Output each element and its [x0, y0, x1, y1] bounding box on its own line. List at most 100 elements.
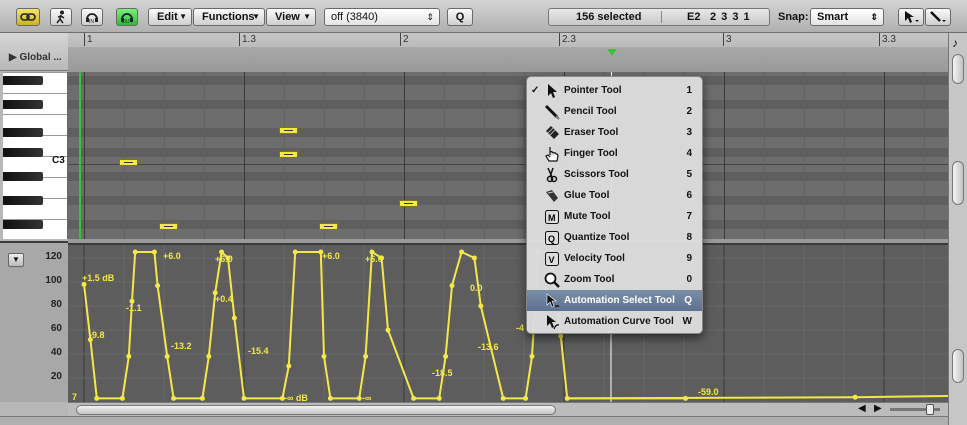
automation-lane[interactable]: +1.5 dB -9.8 -1.1 +6.0 -13.2 +6.0 +0.4 -15.4 -∞ …: [68, 243, 948, 404]
automation-node[interactable]: [385, 327, 391, 333]
midi-note[interactable]: [399, 200, 418, 207]
automation-node[interactable]: [471, 255, 477, 261]
menu-item-quantize-tool[interactable]: Q Quantize Tool 8: [527, 227, 702, 248]
black-key[interactable]: [3, 148, 43, 157]
automation-node[interactable]: [459, 249, 465, 255]
automation-node[interactable]: [292, 249, 298, 255]
black-key[interactable]: [3, 172, 43, 181]
catch-button[interactable]: [50, 8, 72, 26]
glue-icon: [546, 190, 558, 202]
scroll-left-arrow-icon[interactable]: ◀: [858, 403, 866, 414]
midi-note[interactable]: [119, 159, 138, 166]
vertical-scroll-thumb-top[interactable]: [952, 54, 964, 84]
global-tracks-toggle[interactable]: ▶ Global ...: [0, 33, 68, 71]
automation-node[interactable]: [155, 283, 161, 289]
edit-menu[interactable]: Edit ▼: [148, 8, 192, 26]
vertical-zoom-thumb[interactable]: [952, 349, 964, 383]
midi-out-button[interactable]: OUT: [116, 8, 138, 26]
link-button[interactable]: [16, 8, 40, 26]
menu-item-zoom-tool[interactable]: Zoom Tool 0: [527, 269, 702, 290]
automation-node[interactable]: [132, 249, 138, 255]
menu-item-automation-curve-tool[interactable]: Automation Curve Tool W: [527, 311, 702, 332]
menu-item-scissors-tool[interactable]: Scissors Tool 5: [527, 164, 702, 185]
menu-item-label: Scissors Tool: [564, 169, 629, 180]
black-key[interactable]: [3, 220, 43, 229]
selection-count: 156 selected: [576, 11, 642, 23]
menu-item-automation-select-tool[interactable]: Automation Select Tool Q: [527, 290, 702, 311]
functions-menu[interactable]: Functions ▼: [193, 8, 265, 26]
midi-note[interactable]: [159, 223, 178, 230]
cmd-click-tool-button[interactable]: [925, 8, 951, 26]
automation-scale-tick: 60: [50, 323, 62, 334]
automation-curve: [68, 245, 948, 404]
menu-item-shortcut: W: [682, 316, 692, 327]
horizontal-scroll-thumb[interactable]: [76, 405, 556, 415]
black-key[interactable]: [3, 76, 43, 85]
automation-node[interactable]: [436, 395, 442, 401]
automation-node[interactable]: [529, 353, 535, 359]
automation-node[interactable]: [206, 353, 212, 359]
white-key[interactable]: [3, 93, 67, 94]
menu-item-eraser-tool[interactable]: Eraser Tool 3: [527, 122, 702, 143]
automation-node[interactable]: [164, 353, 170, 359]
menu-item-mute-tool[interactable]: M Mute Tool 7: [527, 206, 702, 227]
automation-node[interactable]: [449, 283, 455, 289]
playhead-marker[interactable]: [607, 49, 617, 56]
snap-select[interactable]: Smart ⇕: [810, 8, 884, 26]
automation-line-tail[interactable]: [567, 395, 948, 400]
bar-ruler[interactable]: 1 1.3 2 2.3 3 3.3: [68, 33, 948, 71]
zoom-slider-thumb[interactable]: [926, 404, 934, 415]
black-key[interactable]: [3, 196, 43, 205]
menu-item-pencil-tool[interactable]: Pencil Tool 2: [527, 101, 702, 122]
automation-node[interactable]: [523, 395, 529, 401]
automation-node[interactable]: [478, 303, 484, 309]
automation-node[interactable]: [171, 395, 177, 401]
automation-node[interactable]: [363, 353, 369, 359]
midi-note[interactable]: [279, 151, 298, 158]
quantize-select[interactable]: off (3840) ⇕: [324, 8, 440, 26]
menu-item-pointer-tool[interactable]: ✓ Pointer Tool 1: [527, 80, 702, 101]
automation-node[interactable]: [852, 394, 858, 400]
automation-node[interactable]: [286, 363, 292, 369]
automation-node[interactable]: [241, 395, 247, 401]
automation-node[interactable]: [321, 353, 327, 359]
black-key[interactable]: [3, 128, 43, 137]
automation-node[interactable]: [327, 395, 333, 401]
automation-node[interactable]: [443, 353, 449, 359]
svg-text:OUT: OUT: [122, 19, 133, 24]
left-click-tool-button[interactable]: [898, 8, 924, 26]
menu-item-glue-tool[interactable]: Glue Tool 6: [527, 185, 702, 206]
quantize-button[interactable]: Q: [447, 8, 473, 26]
piano-roll-grid[interactable]: [68, 72, 948, 239]
horizontal-scrollbar[interactable]: ◀ ▶: [68, 402, 948, 416]
automation-node[interactable]: [558, 333, 564, 339]
automation-node[interactable]: [119, 395, 125, 401]
automation-node[interactable]: [500, 395, 506, 401]
automation-node[interactable]: [126, 353, 132, 359]
automation-node[interactable]: [356, 395, 362, 401]
white-key[interactable]: [3, 72, 67, 73]
white-key[interactable]: [3, 114, 67, 115]
automation-value-label: +6.0: [322, 251, 340, 261]
automation-node[interactable]: [199, 395, 205, 401]
c3-row-line: [68, 164, 948, 165]
menu-item-velocity-tool[interactable]: V Velocity Tool 9: [527, 248, 702, 269]
vertical-scrollbar[interactable]: ♪: [948, 33, 967, 425]
menu-item-finger-tool[interactable]: Finger Tool 4: [527, 143, 702, 164]
ruler-marker-label: 3: [726, 34, 732, 45]
vertical-scroll-thumb[interactable]: [952, 161, 964, 205]
automation-node[interactable]: [411, 395, 417, 401]
automation-node[interactable]: [231, 315, 237, 321]
velocity-icon: V: [545, 252, 559, 266]
mute-icon: M: [545, 210, 559, 224]
view-menu[interactable]: View ▼: [266, 8, 316, 26]
scroll-right-arrow-icon[interactable]: ▶: [874, 403, 882, 414]
automation-node[interactable]: [151, 249, 157, 255]
checkmark-icon: ✓: [531, 85, 540, 96]
midi-note[interactable]: [319, 223, 338, 230]
black-key[interactable]: [3, 100, 43, 109]
midi-in-button[interactable]: IN: [81, 8, 103, 26]
automation-menu-button[interactable]: ▼: [8, 253, 24, 267]
midi-note[interactable]: [279, 127, 298, 134]
automation-node[interactable]: [94, 395, 100, 401]
